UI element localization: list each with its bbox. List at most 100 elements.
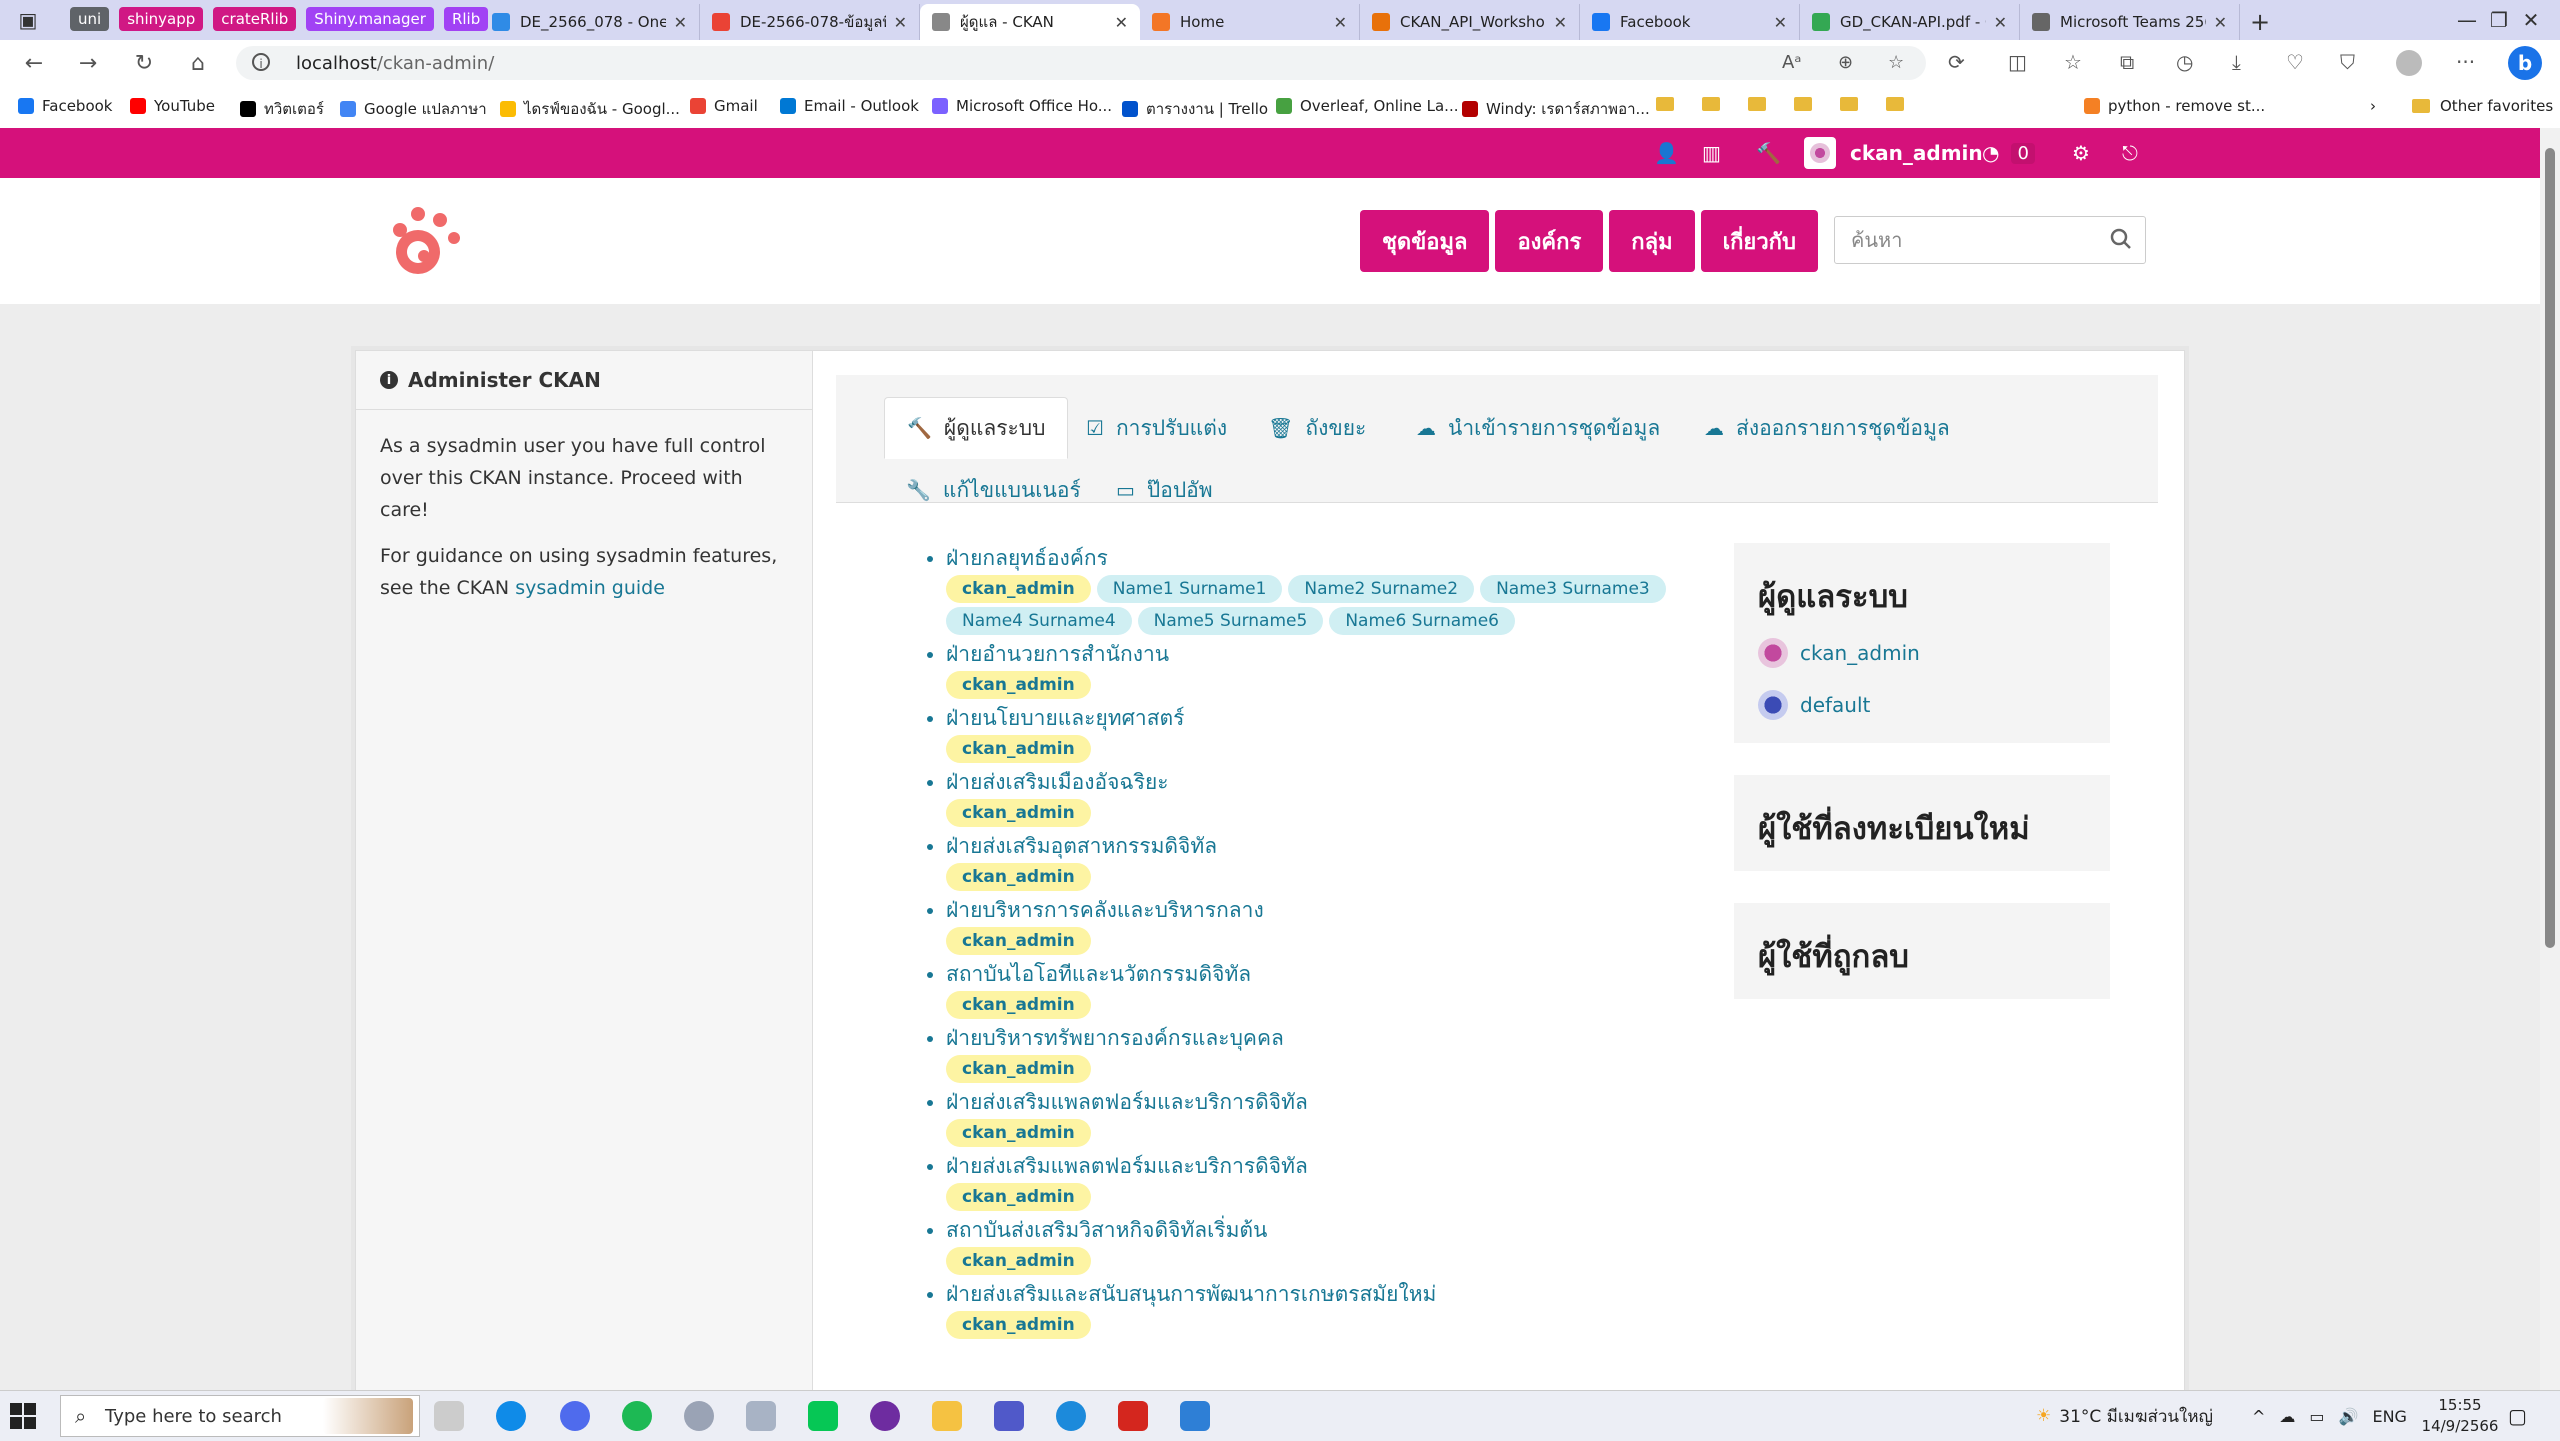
profile-icon[interactable] <box>2396 50 2422 76</box>
line-icon[interactable] <box>808 1401 838 1431</box>
onedrive-icon[interactable]: ☁ <box>2279 1407 2295 1426</box>
new-tab-icon[interactable]: + <box>2240 4 2280 40</box>
more-icon[interactable]: ··· <box>2456 50 2475 74</box>
search-input[interactable] <box>1835 217 2095 263</box>
sysadmin-user-link[interactable]: default <box>1734 679 2110 731</box>
admin-member-pill[interactable]: ckan_admin <box>946 799 1091 827</box>
organization-link[interactable]: ฝ่ายบริหารการคลังและบริหารกลาง <box>946 895 1666 925</box>
admin-member-pill[interactable]: ckan_admin <box>946 1183 1091 1211</box>
organization-link[interactable]: ฝ่ายอำนวยการสำนักงาน <box>946 639 1666 669</box>
extensions-icon[interactable]: ⟳ <box>1948 50 1965 74</box>
bookmark-item[interactable]: Email - Outlook <box>780 97 919 115</box>
nav-about[interactable]: เกี่ยวกับ <box>1700 210 1818 272</box>
member-pill[interactable]: Name4 Surname4 <box>946 607 1132 635</box>
bookmark-item[interactable]: Gmail <box>690 97 758 115</box>
history-icon[interactable]: ◷ <box>2176 50 2193 74</box>
notifications-icon[interactable]: ▢ <box>2508 1391 2527 1441</box>
forward-icon[interactable]: → <box>72 48 104 78</box>
bookmark-item[interactable]: ไดรฟ์ของฉัน - Googl... <box>500 97 680 121</box>
admin-tab[interactable]: 🗑 ถังขยะ <box>1246 397 1388 459</box>
sysadmin-user-link[interactable]: ckan_admin <box>1734 627 2110 679</box>
favorites-icon[interactable]: ☆ <box>2064 50 2082 74</box>
tab-group-chip[interactable]: shinyapp <box>119 7 204 31</box>
admin-tab[interactable]: ☁ นำเข้ารายการชุดข้อมูล <box>1394 397 1682 459</box>
collections-icon[interactable]: ⧉ <box>2120 50 2134 74</box>
nav-datasets[interactable]: ชุดข้อมูล <box>1360 210 1490 272</box>
admin-tab[interactable]: ☑ การปรับแต่ง <box>1064 397 1249 459</box>
edge-icon[interactable] <box>496 1401 526 1431</box>
logout-icon[interactable]: ⎋ <box>2122 128 2138 178</box>
admin-member-pill[interactable]: ckan_admin <box>946 1055 1091 1083</box>
organization-link[interactable]: ฝ่ายกลยุทธ์องค์กร <box>946 543 1666 573</box>
member-pill[interactable]: Name1 Surname1 <box>1096 575 1283 603</box>
zoom-icon[interactable]: ⊕ <box>1838 52 1853 73</box>
organization-link[interactable]: ฝ่ายบริหารทรัพยากรองค์กรและบุคคล <box>946 1023 1666 1053</box>
tab-close-icon[interactable]: ✕ <box>1334 13 1347 32</box>
acrobat-icon[interactable] <box>1118 1401 1148 1431</box>
browser-tab[interactable]: DE_2566_078 - OneDr ✕ <box>480 4 700 40</box>
admin-member-pill[interactable]: ckan_admin <box>946 671 1091 699</box>
activity-stream-link[interactable]: ◔ 0 <box>1982 128 2035 178</box>
tab-close-icon[interactable]: ✕ <box>1115 13 1128 32</box>
organization-link[interactable]: สถาบันไอโอทีและนวัตกรรมดิจิทัล <box>946 959 1666 989</box>
site-logo[interactable] <box>384 200 468 284</box>
tray-icons[interactable]: ^ ☁ ▭ 🔊 ENG <box>2252 1391 2407 1441</box>
admin-member-pill[interactable]: ckan_admin <box>946 575 1091 603</box>
bookmark-item[interactable]: ทวิตเตอร์ <box>240 97 324 121</box>
organization-link[interactable]: ฝ่ายส่งเสริมและสนับสนุนการพัฒนาการเกษตรส… <box>946 1279 1666 1309</box>
organization-link[interactable]: ฝ่ายส่งเสริมแพลตฟอร์มและบริการดิจิทัล <box>946 1151 1666 1181</box>
site-info-icon[interactable]: i <box>252 53 270 71</box>
member-pill[interactable]: Name2 Surname2 <box>1288 575 1475 603</box>
media-player-icon[interactable] <box>684 1401 714 1431</box>
tab-close-icon[interactable]: ✕ <box>1554 13 1567 32</box>
taskbar-search[interactable]: ⌕ Type here to search <box>60 1395 420 1437</box>
nav-groups[interactable]: กลุ่ม <box>1609 210 1695 272</box>
browser-tab[interactable]: ผู้ดูแล - CKAN ✕ <box>920 4 1140 40</box>
dashboard-chart-icon[interactable]: ▥ <box>1702 128 1721 178</box>
url-field[interactable]: i localhost/ckan-admin/ Aᵃ ⊕ ☆ <box>236 46 1926 80</box>
tab-close-icon[interactable]: ✕ <box>1774 13 1787 32</box>
spotify-icon[interactable] <box>622 1401 652 1431</box>
bookmark-item[interactable]: Overleaf, Online La... <box>1276 97 1459 115</box>
tab-close-icon[interactable]: ✕ <box>894 13 907 32</box>
bookmark-folders[interactable] <box>1656 97 1932 111</box>
nav-organizations[interactable]: องค์กร <box>1495 210 1604 272</box>
admin-member-pill[interactable]: ckan_admin <box>946 991 1091 1019</box>
messenger-icon[interactable] <box>1056 1401 1086 1431</box>
taskbar-clock[interactable]: 15:55 14/9/2566 <box>2410 1395 2510 1437</box>
member-pill[interactable]: Name5 Surname5 <box>1137 607 1324 635</box>
language-indicator[interactable]: ENG <box>2372 1407 2406 1426</box>
admin-member-pill[interactable]: ckan_admin <box>946 1311 1091 1339</box>
browser-essentials-icon[interactable]: ⛉ <box>2340 50 2355 74</box>
user-icon[interactable]: 👤 <box>1654 128 1679 178</box>
bookmark-item[interactable]: YouTube <box>130 97 215 115</box>
browser-tab[interactable]: GD_CKAN-API.pdf - G ✕ <box>1800 4 2020 40</box>
settings-gear-icon[interactable]: ⚙ <box>2072 128 2090 178</box>
browser-tab[interactable]: Microsoft Teams 2566 ✕ <box>2020 4 2240 40</box>
network-icon[interactable]: ▭ <box>2309 1407 2324 1426</box>
task-view-icon[interactable] <box>434 1401 464 1431</box>
powershell-icon[interactable] <box>1180 1401 1210 1431</box>
url-text[interactable]: localhost/ckan-admin/ <box>296 53 494 74</box>
browser-tab[interactable]: Facebook ✕ <box>1580 4 1800 40</box>
admin-tab[interactable]: 🔧 แก้ไขแบนเนอร์ <box>884 459 1103 521</box>
organization-link[interactable]: ฝ่ายส่งเสริมอุตสาหกรรมดิจิทัล <box>946 831 1666 861</box>
tab-close-icon[interactable]: ✕ <box>674 13 687 32</box>
copilot-icon[interactable]: b <box>2508 46 2542 80</box>
account-user-link[interactable]: ckan_admin <box>1804 128 1983 178</box>
admin-tab[interactable]: ☁ ส่งออกรายการชุดข้อมูล <box>1682 397 1972 459</box>
show-hidden-icons-icon[interactable]: ^ <box>2252 1407 2265 1426</box>
home-icon[interactable]: ⌂ <box>182 48 214 78</box>
tab-close-icon[interactable]: ✕ <box>2214 13 2227 32</box>
member-pill[interactable]: Name6 Surname6 <box>1329 607 1515 635</box>
admin-member-pill[interactable]: ckan_admin <box>946 1247 1091 1275</box>
photos-icon[interactable] <box>746 1401 776 1431</box>
scrollbar-thumb[interactable] <box>2545 148 2555 948</box>
github-desktop-icon[interactable] <box>870 1401 900 1431</box>
admin-member-pill[interactable]: ckan_admin <box>946 863 1091 891</box>
bookmark-item[interactable]: Facebook <box>18 97 112 115</box>
sysadmin-hammer-icon[interactable]: 🔨 <box>1756 128 1781 178</box>
teams-icon[interactable] <box>994 1401 1024 1431</box>
other-favorites[interactable]: Other favorites <box>2412 97 2553 115</box>
bookmark-item[interactable]: Microsoft Office Ho... <box>932 97 1112 115</box>
